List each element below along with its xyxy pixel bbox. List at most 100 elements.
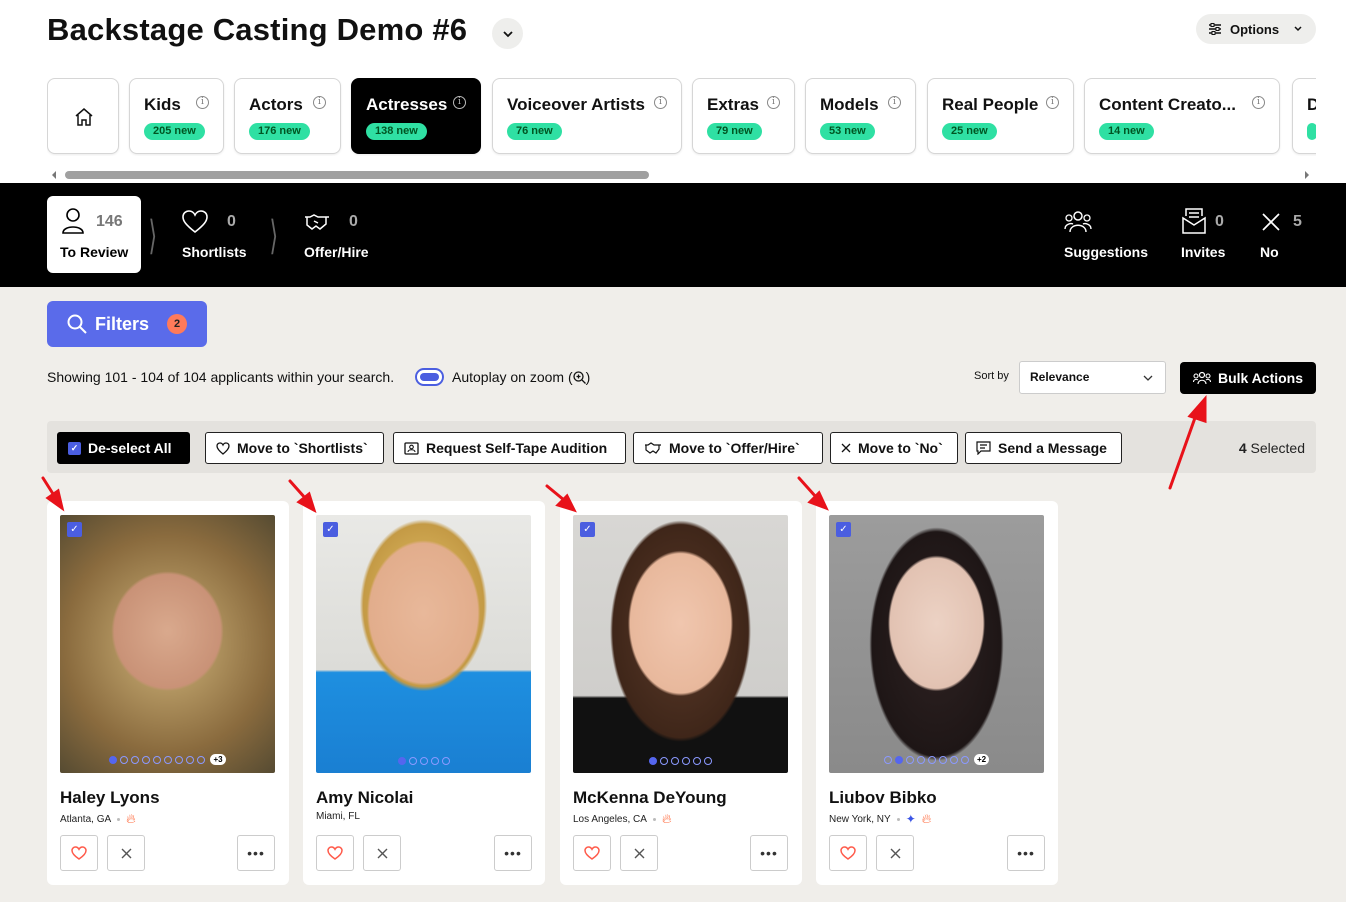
stage-to-review[interactable]: 146 To Review [47,196,141,273]
bulk-action-bar: ✓ De-select All Move to `Shortlists` Req… [47,421,1316,473]
chevron-right-icon: ⟩ [148,214,158,258]
stage-shortlists[interactable]: 0 Shortlists [182,196,262,273]
card-checkbox[interactable]: ✓ [836,522,851,537]
more-options-button[interactable]: ••• [494,835,532,871]
stage-offer-hire[interactable]: 0 Offer/Hire [304,196,384,273]
scrollbar-thumb[interactable] [65,171,649,179]
sort-select[interactable]: Relevance [1019,361,1166,394]
tab-models[interactable]: Models i 53 new [805,78,916,154]
scroll-left-icon [52,171,56,179]
chevron-right-icon: ⟩ [269,214,279,258]
more-photos-badge: +2 [973,754,990,765]
id-card-icon [404,441,419,455]
tab-content-creators[interactable]: Content Creato... i 14 new [1084,78,1280,154]
sliders-icon [1209,23,1221,35]
stage-count: 5 [1293,213,1302,230]
autoplay-label: Autoplay on zoom () [452,369,591,385]
tabs-scrollbar[interactable] [47,168,1316,182]
info-icon: i [453,96,466,109]
move-to-shortlists-button[interactable]: Move to `Shortlists` [205,432,384,464]
envelope-icon [1182,208,1206,234]
reject-button[interactable] [107,835,145,871]
options-label: Options [1230,21,1280,37]
stage-suggestions[interactable]: Suggestions [1064,196,1154,273]
applicant-card[interactable]: ✓ Amy Nicolai Miami, FL ••• [303,501,545,885]
info-icon: i [1046,96,1059,109]
stage-invites[interactable]: 0 Invites [1181,196,1231,273]
new-badge: 76 new [507,123,562,140]
tab-label: Real People [942,95,1039,114]
photo-carousel-dots[interactable]: +2 [829,754,1044,765]
title-dropdown-button[interactable] [492,18,523,49]
applicant-name[interactable]: Haley Lyons [60,788,160,808]
more-options-button[interactable]: ••• [1007,835,1045,871]
applicant-name[interactable]: Amy Nicolai [316,788,413,808]
deselect-all-button[interactable]: ✓ De-select All [57,432,190,464]
filters-button[interactable]: Filters 2 [47,301,207,347]
sparkle-icon: ✦ [905,812,916,826]
sort-value: Relevance [1030,370,1090,384]
fire-icon: 🔥︎ [921,811,932,826]
more-dots-icon: ••• [1017,845,1035,861]
card-checkbox[interactable]: ✓ [323,522,338,537]
close-icon [121,848,131,858]
new-badge: 138 new [366,123,427,140]
reject-button[interactable] [876,835,914,871]
card-checkbox[interactable]: ✓ [67,522,82,537]
move-to-offer-hire-button[interactable]: Move to `Offer/Hire` [633,432,823,464]
favorite-button[interactable] [60,835,98,871]
tab-voiceover-artists[interactable]: Voiceover Artists i 76 new [492,78,682,154]
reject-button[interactable] [363,835,401,871]
new-badge: 205 new [144,123,205,140]
heart-icon [216,441,230,455]
tab-more[interactable]: D [1292,78,1316,154]
more-options-button[interactable]: ••• [750,835,788,871]
applicant-photo[interactable]: ✓ +2 [829,515,1044,773]
applicant-card[interactable]: ✓ +3 Haley Lyons Atlanta, GA 🔥︎ ••• [47,501,289,885]
applicant-location: Los Angeles, CA 🔥︎ [573,811,672,826]
request-self-tape-button[interactable]: Request Self-Tape Audition [393,432,626,464]
options-button[interactable]: Options [1196,14,1316,44]
applicant-photo[interactable]: ✓ [573,515,788,773]
chevron-down-icon [1294,26,1302,32]
stage-no[interactable]: 5 No [1260,196,1310,273]
photo-carousel-dots[interactable]: +3 [60,754,275,765]
tab-real-people[interactable]: Real People i 25 new [927,78,1074,154]
move-to-no-button[interactable]: Move to `No` [830,432,958,464]
reject-button[interactable] [620,835,658,871]
info-icon: i [767,96,780,109]
applicant-photo[interactable]: ✓ [316,515,531,773]
tab-label: D [1307,95,1316,114]
photo-carousel-dots[interactable] [316,757,531,765]
applicant-card[interactable]: ✓ +2 Liubov Bibko New York, NY ✦ 🔥︎ ••• [816,501,1058,885]
applicant-photo[interactable]: ✓ +3 [60,515,275,773]
filters-label: Filters [95,313,150,334]
tab-extras[interactable]: Extras i 79 new [692,78,795,154]
autoplay-toggle[interactable] [415,368,444,386]
more-dots-icon: ••• [247,845,265,861]
favorite-button[interactable] [316,835,354,871]
tab-actors[interactable]: Actors i 176 new [234,78,341,154]
stage-label: No [1260,244,1279,260]
fire-icon: 🔥︎ [661,811,672,826]
tab-home[interactable] [47,78,119,154]
applicant-name[interactable]: Liubov Bibko [829,788,937,808]
filter-count-badge: 2 [167,314,188,334]
more-dots-icon: ••• [504,845,522,861]
favorite-button[interactable] [829,835,867,871]
applicant-card[interactable]: ✓ McKenna DeYoung Los Angeles, CA 🔥︎ ••• [560,501,802,885]
close-icon [841,443,851,453]
stage-label: Suggestions [1064,244,1149,260]
tab-actresses[interactable]: Actresses i 138 new [351,78,481,154]
tab-label: Kids [144,95,181,114]
tab-kids[interactable]: Kids i 205 new [129,78,224,154]
card-checkbox[interactable]: ✓ [580,522,595,537]
more-options-button[interactable]: ••• [237,835,275,871]
applicant-name[interactable]: McKenna DeYoung [573,788,727,808]
photo-carousel-dots[interactable] [573,757,788,765]
close-icon [634,848,644,858]
favorite-button[interactable] [573,835,611,871]
info-icon: i [654,96,667,109]
bulk-actions-button[interactable]: Bulk Actions [1180,362,1316,394]
send-message-button[interactable]: Send a Message [965,432,1122,464]
